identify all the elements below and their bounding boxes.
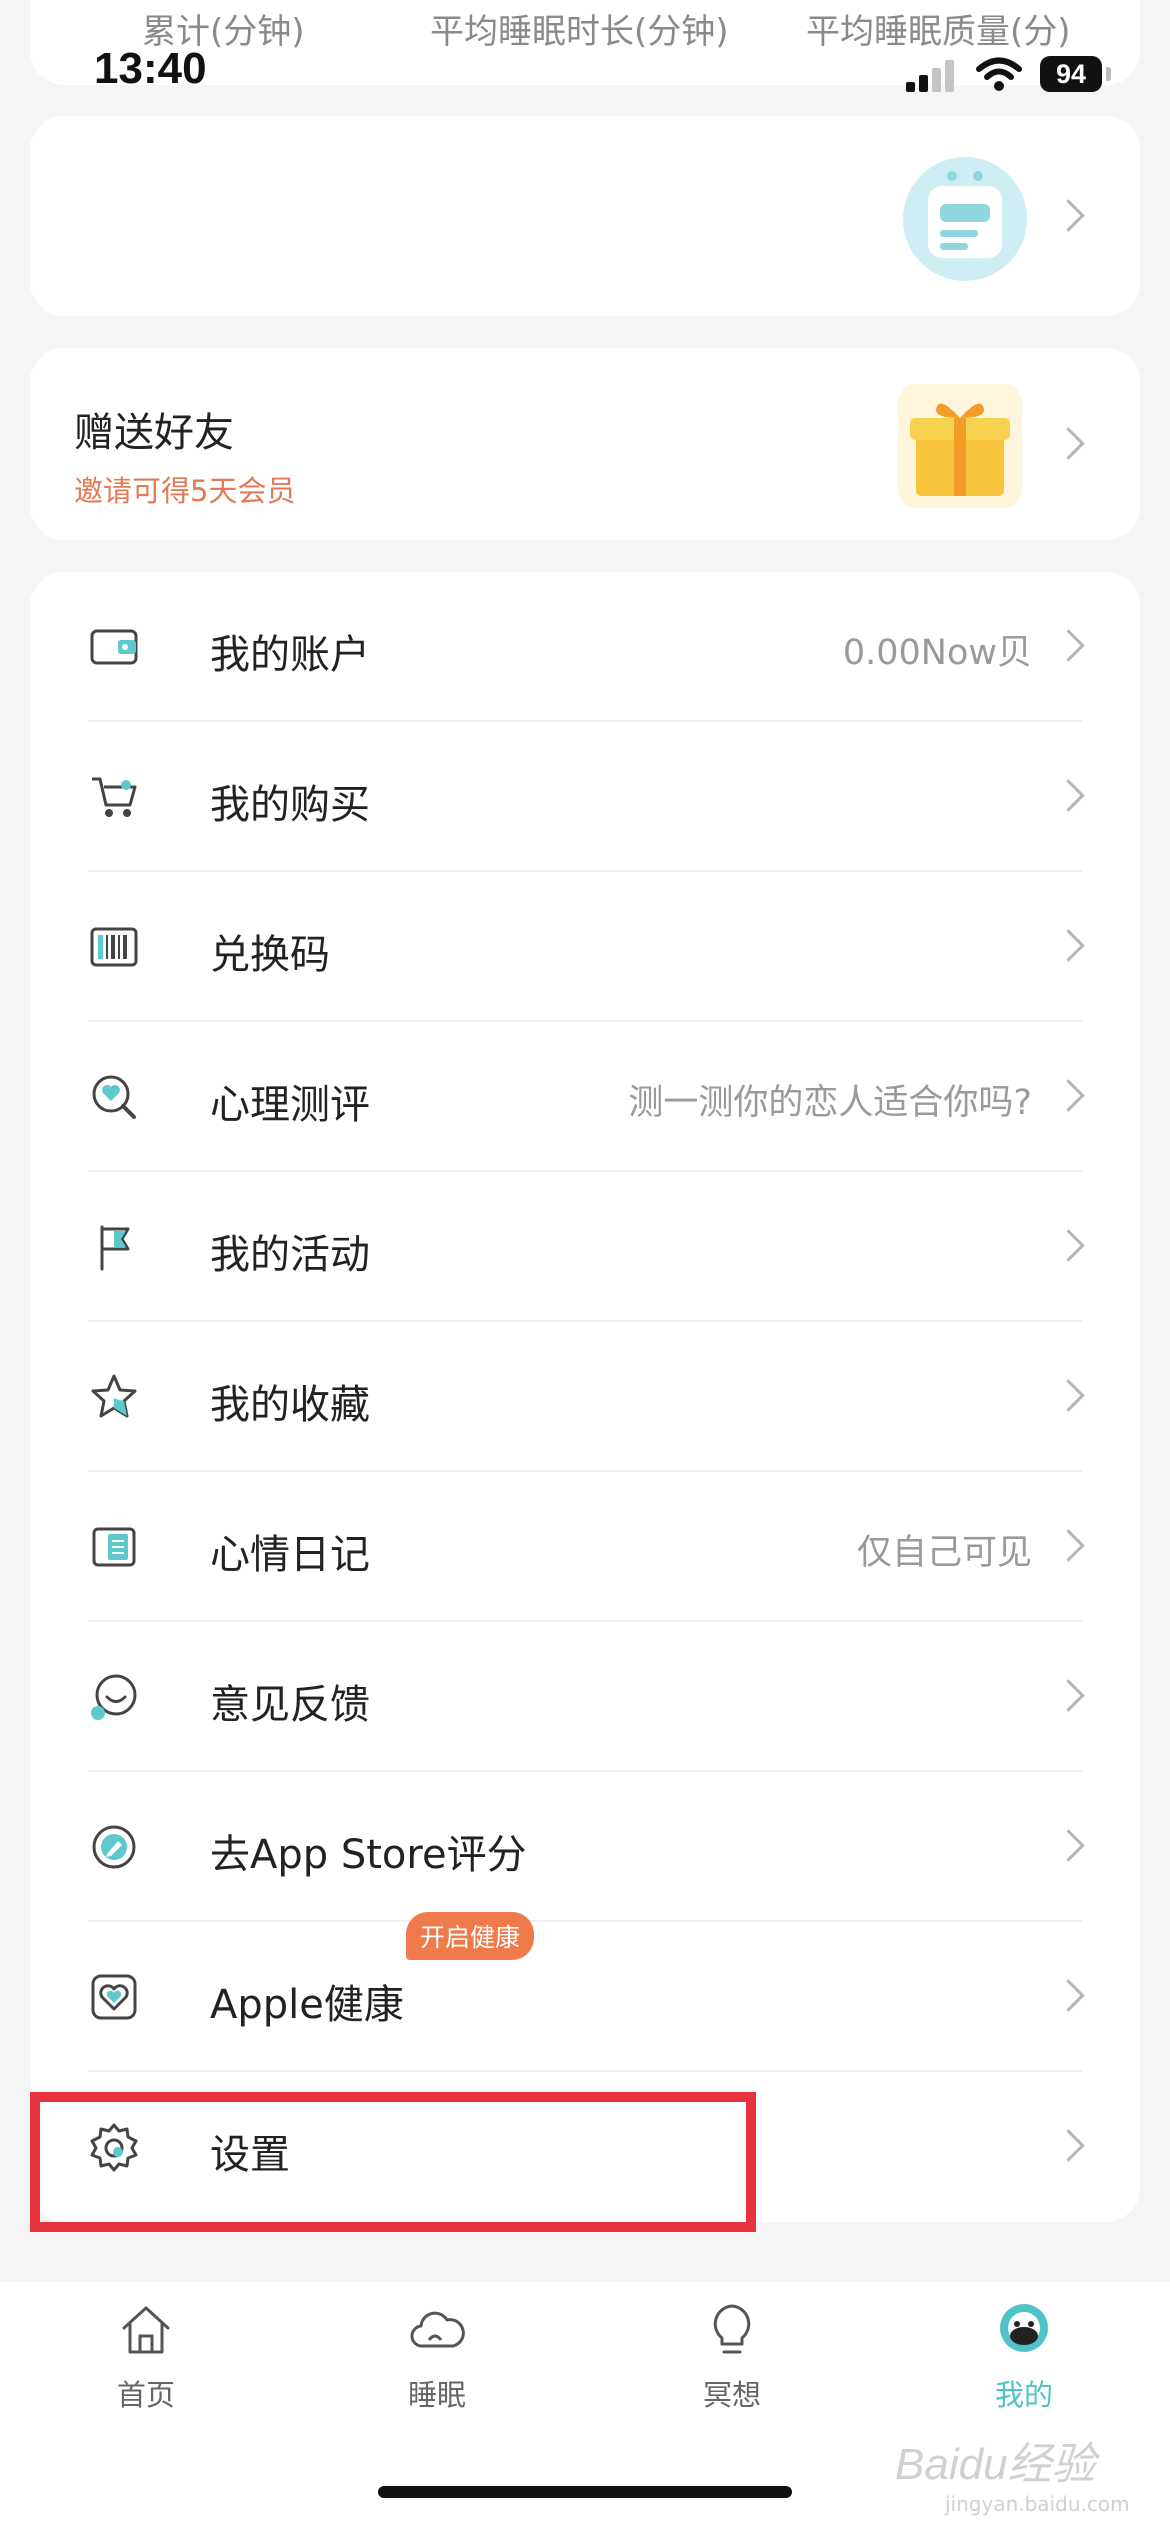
menu-item-label: 我的活动 <box>210 1232 370 1278</box>
chevron-right-icon <box>1052 199 1085 232</box>
gift-icon <box>898 384 1022 508</box>
flag-icon <box>100 1225 130 1271</box>
chevron-right-icon <box>1052 1529 1085 1562</box>
chevron-right-icon <box>1052 1979 1085 2012</box>
menu-item-label: 我的购买 <box>210 782 370 828</box>
menu-item-psych-test[interactable]: 心理测评 测一测你的恋人适合你吗? <box>30 1022 1140 1172</box>
chevron-right-icon <box>1052 1829 1085 1862</box>
stat-avg-duration-label: 平均睡眠时长(分钟) <box>430 12 729 52</box>
menu-item-label: 心理测评 <box>210 1082 370 1128</box>
stat-avg-quality-label: 平均睡眠质量(分) <box>806 12 1071 52</box>
chevron-right-icon <box>1052 1229 1085 1262</box>
menu-item-label: 我的账户 <box>210 632 370 678</box>
account-balance: 0.00Now贝 <box>842 633 1032 673</box>
enable-health-badge: 开启健康 <box>406 1912 535 1960</box>
chevron-right-icon <box>1052 2129 1085 2162</box>
banner-card[interactable] <box>30 116 1140 316</box>
menu-item-label: 兑换码 <box>210 932 330 978</box>
tab-label: 首页 <box>116 2378 175 2412</box>
menu-item-mood-diary[interactable]: 心情日记 仅自己可见 <box>30 1472 1140 1622</box>
settings-highlight-box <box>30 2092 756 2232</box>
home-icon <box>122 2306 170 2354</box>
menu-item-label: 去App Store评分 <box>210 1832 527 1878</box>
invite-friend-card[interactable]: 赠送好友 邀请可得5天会员 <box>30 348 1140 540</box>
watermark-url: jingyan.baidu.com <box>945 2492 1130 2516</box>
bot-icon <box>903 157 1027 281</box>
chevron-right-icon <box>1052 629 1085 662</box>
home-indicator <box>378 2486 792 2498</box>
invite-subtitle: 邀请可得5天会员 <box>74 474 296 508</box>
wifi-icon <box>976 57 1022 91</box>
tab-profile[interactable]: 我的 <box>944 2302 1104 2432</box>
diary-icon <box>92 1527 136 1567</box>
tab-home[interactable]: 首页 <box>66 2302 226 2432</box>
apple-health-icon <box>91 1974 137 2020</box>
cart-icon <box>92 777 137 817</box>
menu-item-purchases[interactable]: 我的购买 <box>30 722 1140 872</box>
cellular-signal-icon <box>906 60 956 92</box>
chevron-right-icon <box>1052 427 1085 460</box>
cloud-icon <box>410 2311 465 2348</box>
star-icon <box>91 1374 137 1418</box>
chevron-right-icon <box>1052 929 1085 962</box>
wallet-icon <box>90 629 138 665</box>
heart-search-icon <box>92 1075 136 1119</box>
menu-item-apple-health[interactable]: Apple健康 开启健康 <box>30 1912 1140 2072</box>
lightbulb-icon <box>713 2304 751 2354</box>
menu-item-app-store-rating[interactable]: 去App Store评分 <box>30 1772 1140 1922</box>
chevron-right-icon <box>1052 779 1085 812</box>
chevron-right-icon <box>1052 1379 1085 1412</box>
menu-item-label: 心情日记 <box>210 1532 370 1578</box>
tab-label: 睡眠 <box>407 2378 466 2412</box>
invite-title: 赠送好友 <box>74 410 234 456</box>
menu-item-feedback[interactable]: 意见反馈 <box>30 1622 1140 1772</box>
status-time: 13:40 <box>94 44 207 93</box>
barcode-icon <box>90 927 138 967</box>
tab-sleep[interactable]: 睡眠 <box>357 2302 517 2432</box>
watermark: Baidu经验 <box>895 2440 1096 2489</box>
menu-card: 我的账户 0.00Now贝 我的购买 兑换码 心理测评 测一测你的恋人适合你吗?… <box>30 572 1140 2222</box>
battery-nub <box>1106 67 1111 81</box>
tab-label: 我的 <box>994 2378 1053 2412</box>
chevron-right-icon <box>1052 1079 1085 1112</box>
battery-indicator: 94 <box>1040 56 1102 92</box>
menu-item-favorites[interactable]: 我的收藏 <box>30 1322 1140 1472</box>
profile-icon <box>1000 2304 1048 2352</box>
menu-item-account[interactable]: 我的账户 0.00Now贝 <box>30 572 1140 722</box>
diary-privacy: 仅自己可见 <box>856 1533 1032 1573</box>
tab-meditation[interactable]: 冥想 <box>652 2302 812 2432</box>
menu-item-redeem-code[interactable]: 兑换码 <box>30 872 1140 1022</box>
psych-test-hint: 测一测你的恋人适合你吗? <box>628 1083 1032 1123</box>
menu-item-label: 意见反馈 <box>210 1682 370 1728</box>
chevron-right-icon <box>1052 1679 1085 1712</box>
menu-item-label: 我的收藏 <box>210 1382 370 1428</box>
menu-item-activities[interactable]: 我的活动 <box>30 1172 1140 1322</box>
appstore-icon <box>92 1825 136 1869</box>
feedback-icon <box>91 1674 137 1720</box>
menu-item-label: Apple健康 <box>210 1982 404 2028</box>
tab-label: 冥想 <box>702 2378 761 2412</box>
